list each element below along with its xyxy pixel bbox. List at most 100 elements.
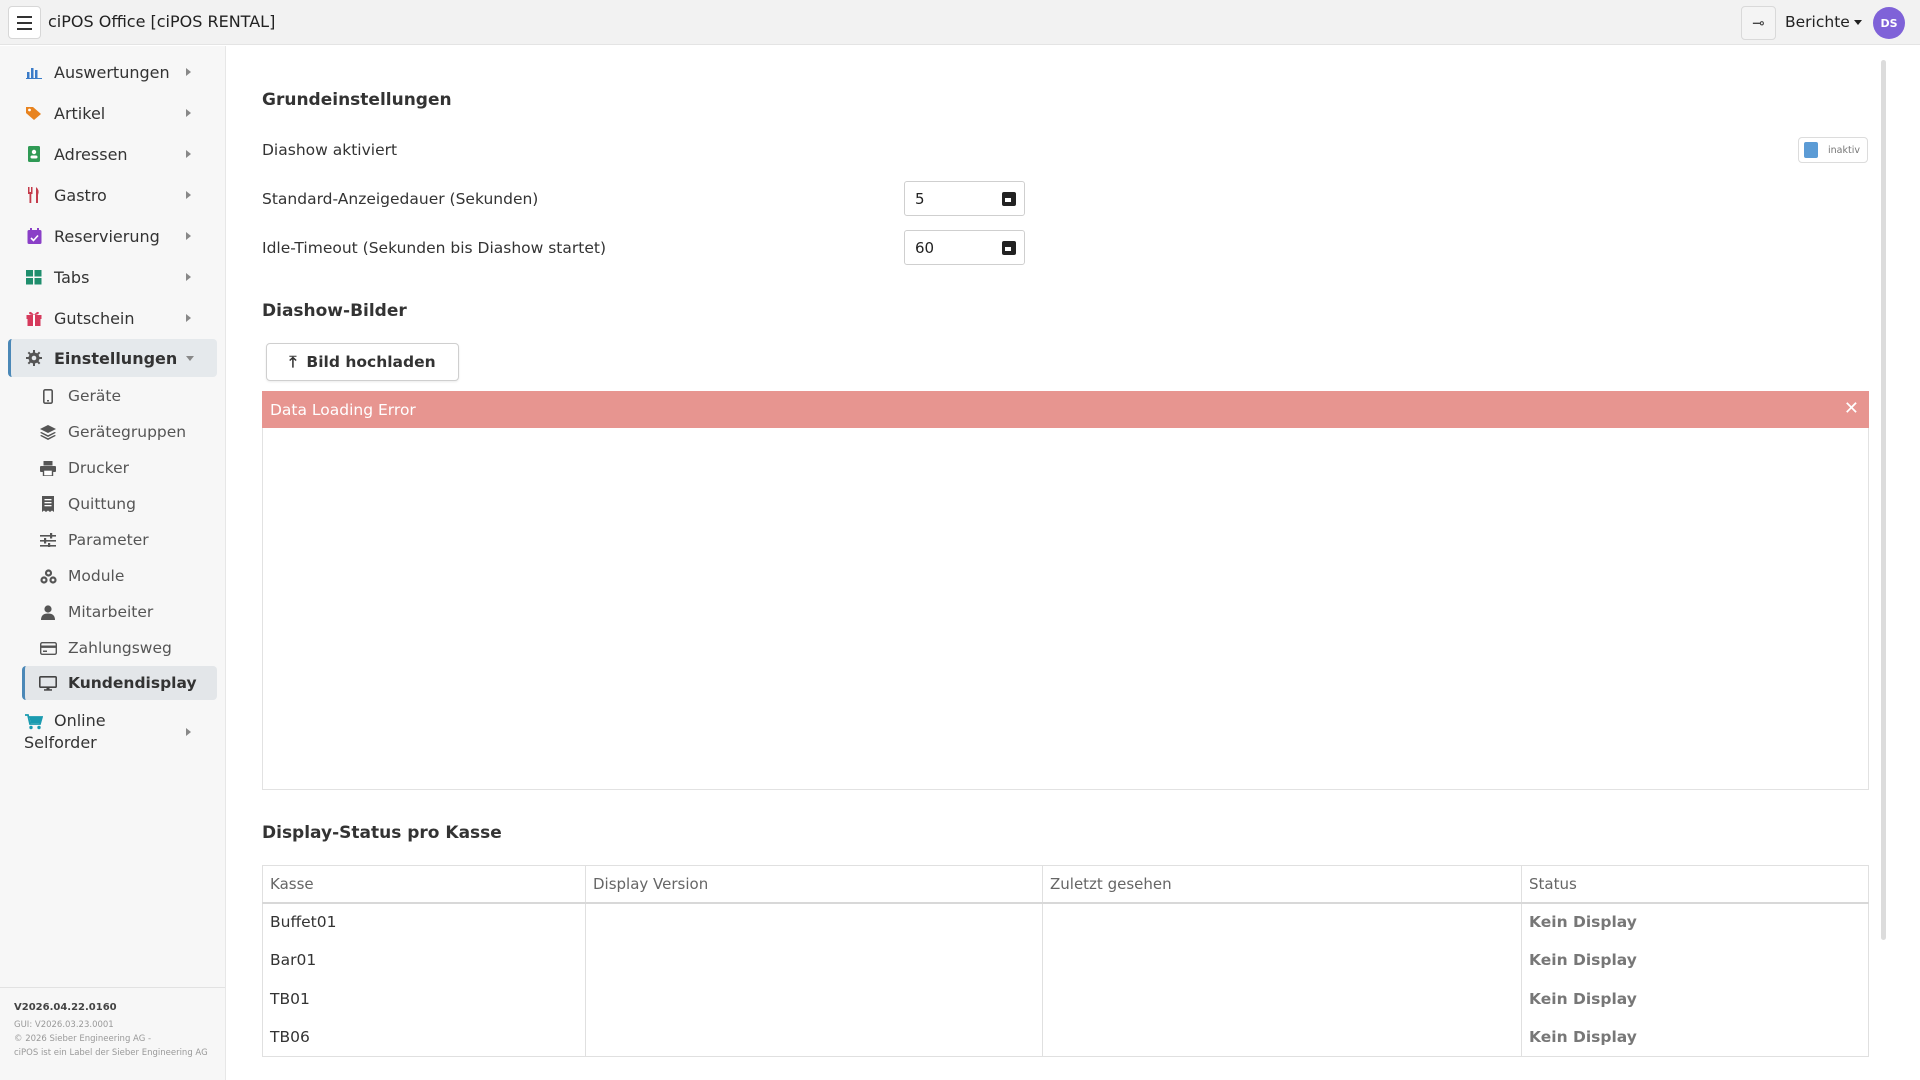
bar-chart-icon [25,63,43,81]
chevron-down-icon [186,355,194,361]
error-message: Data Loading Error [270,400,416,419]
sidebar-item-auswertungen[interactable]: Auswertungen [8,53,217,91]
sidebar-footer: V2026.04.22.0160 GUI: V2026.03.23.0001 ©… [0,987,225,1057]
chevron-right-icon [186,191,191,199]
sidebar-item-reservierung[interactable]: Reservierung [8,217,217,255]
column-header-kasse[interactable]: Kasse [262,865,586,904]
status-cell: Kein Display [1529,1028,1637,1046]
sidebar-subitem-kundendisplay[interactable]: Kundendisplay [22,666,217,700]
label-text: ciPOS ist ein Label der Sieber Engineeri… [14,1048,208,1058]
table-row[interactable]: TB06 Kein Display [262,1018,1869,1057]
upload-image-button[interactable]: ⤒ Bild hochladen [266,343,459,381]
kasse-cell: TB01 [262,979,586,1018]
sidebar-subitem-geraetegruppen[interactable]: Gerätegruppen [22,415,217,449]
kasse-cell: TB06 [262,1018,586,1057]
sidebar-item-label: Selforder [24,733,97,752]
sidebar-subitem-label: Zahlungsweg [68,639,172,657]
chevron-right-icon [186,109,191,117]
chevron-right-icon [186,68,191,76]
sidebar-item-adressen[interactable]: Adressen [8,135,217,173]
sidebar-subitem-parameter[interactable]: Parameter [22,523,217,557]
column-header-display-version[interactable]: Display Version [585,865,1043,904]
sidebar: Auswertungen Artikel Adressen Gastro Res… [0,46,226,1080]
version-cell [585,979,1043,1018]
version-cell [585,902,1043,941]
column-header-status[interactable]: Status [1521,865,1869,904]
sidebar-item-gastro[interactable]: Gastro [8,176,217,214]
sidebar-subitem-label: Geräte [68,387,122,405]
sidebar-item-label: Artikel [54,103,106,123]
caret-down-icon [1853,20,1862,25]
table-row[interactable]: Buffet01 Kein Display [262,902,1869,941]
sidebar-item-artikel[interactable]: Artikel [8,94,217,132]
menu-icon[interactable] [8,6,41,39]
toggle-state-text: inaktiv [1828,144,1860,156]
utensils-icon [25,186,43,204]
sidebar-item-label: Reservierung [54,226,160,246]
last-seen-cell [1042,902,1522,941]
error-alert: Data Loading Error ✕ [262,391,1869,428]
version-cell [585,941,1043,980]
sidebar-item-label: Gastro [54,185,107,205]
version-text: V2026.04.22.0160 [14,1002,117,1013]
table-row[interactable]: TB01 Kein Display [262,979,1869,1018]
sidebar-item-label: Einstellungen [54,348,178,368]
calendar-icon[interactable] [1002,241,1016,255]
sidebar-subitem-drucker[interactable]: Drucker [22,451,217,485]
sidebar-subitem-label: Kundendisplay [68,674,197,692]
key-icon[interactable]: ⊸ [1741,6,1776,40]
chevron-right-icon [186,232,191,240]
cart-icon [25,714,44,736]
column-header-last-seen[interactable]: Zuletzt gesehen [1042,865,1522,904]
vertical-scrollbar[interactable] [1881,60,1886,940]
receipt-icon [39,495,57,513]
sidebar-item-einstellungen[interactable]: Einstellungen [8,339,217,377]
sidebar-subitem-label: Drucker [68,459,129,477]
idle-timeout-input[interactable]: 60 [904,230,1025,265]
sidebar-subitem-quittung[interactable]: Quittung [22,487,217,521]
version-cell [585,1018,1043,1057]
sidebar-item-gutschein[interactable]: Gutschein [8,299,217,337]
sidebar-item-online-selforder[interactable]: Online Selforder [24,710,204,754]
sidebar-item-tabs[interactable]: Tabs [8,258,217,296]
sidebar-subitem-label: Mitarbeiter [68,603,154,621]
reports-menu[interactable]: Berichte [1785,13,1862,31]
sidebar-item-label: Online [54,711,106,730]
gear-icon [25,349,43,367]
sliders-icon [39,531,57,549]
upload-button-label: Bild hochladen [306,353,436,371]
slideshow-toggle[interactable]: inaktiv [1798,137,1868,163]
calendar-icon[interactable] [1002,192,1016,206]
reports-label: Berichte [1785,13,1850,31]
duration-label: Standard-Anzeigedauer (Sekunden) [262,190,539,208]
sidebar-subitem-mitarbeiter[interactable]: Mitarbeiter [22,595,217,629]
top-bar: ciPOS Office [ciPOS RENTAL] ⊸ Berichte D… [0,0,1920,45]
avatar[interactable]: DS [1873,7,1905,39]
sidebar-subitem-geraete[interactable]: Geräte [22,379,217,413]
chevron-right-icon [186,150,191,158]
printer-icon [39,459,57,477]
status-cell: Kein Display [1529,951,1637,970]
basic-settings-heading: Grundeinstellungen [262,90,452,110]
app-title: ciPOS Office [ciPOS RENTAL] [48,12,276,31]
gui-version-text: GUI: V2026.03.23.0001 [14,1020,114,1030]
table-row[interactable]: Bar01 Kein Display [262,941,1869,980]
gift-icon [25,309,43,327]
kasse-cell: Bar01 [262,941,586,980]
sidebar-subitem-label: Gerätegruppen [68,423,187,441]
tags-icon [25,104,43,122]
image-gallery-area [262,428,1869,790]
sidebar-item-label: Tabs [54,267,90,287]
idle-timeout-value: 60 [915,238,935,257]
mobile-icon [39,387,57,405]
slideshow-images-heading: Diashow-Bilder [262,301,407,321]
table-header-row: Kasse Display Version Zuletzt gesehen St… [262,865,1869,904]
user-icon [39,603,57,621]
close-icon[interactable]: ✕ [1844,398,1859,419]
sidebar-subitem-module[interactable]: Module [22,559,217,593]
sidebar-subitem-label: Module [68,567,125,585]
duration-input[interactable]: 5 [904,181,1025,216]
sidebar-subitem-zahlungsweg[interactable]: Zahlungsweg [22,631,217,665]
last-seen-cell [1042,979,1522,1018]
copyright-text: © 2026 Sieber Engineering AG - [14,1034,152,1044]
